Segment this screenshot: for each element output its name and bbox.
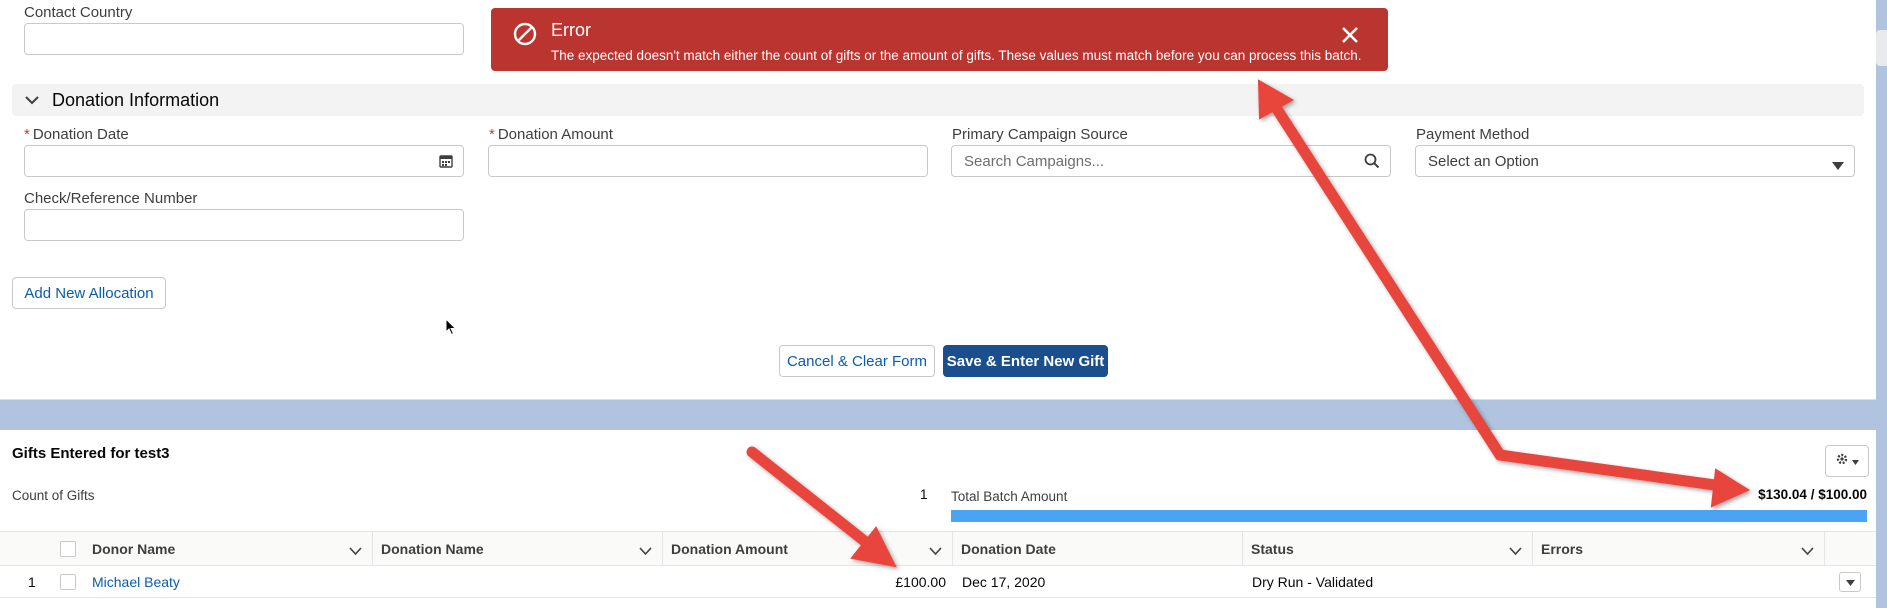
column-donation-name[interactable]: Donation Name [373, 532, 663, 565]
gifts-title: Gifts Entered for test3 [12, 445, 170, 462]
save-enter-new-gift-button[interactable]: Save & Enter New Gift [943, 345, 1108, 377]
contact-country-label: Contact Country [24, 4, 133, 21]
payment-method-label: Payment Method [1416, 126, 1530, 143]
caret-down-icon[interactable] [1832, 157, 1844, 174]
count-of-gifts-label: Count of Gifts [12, 488, 95, 503]
donation-amount-cell: £100.00 [895, 573, 946, 590]
column-donation-date[interactable]: Donation Date [953, 532, 1243, 565]
chevron-down-icon[interactable] [349, 543, 362, 559]
batch-progress-bar [951, 510, 1867, 522]
column-status[interactable]: Status [1243, 532, 1533, 565]
donation-date-label: * Donation Date [24, 126, 129, 143]
select-all-checkbox[interactable] [60, 541, 76, 557]
donor-name-link[interactable]: Michael Beaty [92, 566, 180, 597]
required-mark: * [489, 126, 495, 143]
mouse-cursor-icon [445, 317, 457, 341]
add-new-allocation-button[interactable]: Add New Allocation [12, 277, 166, 309]
status-cell: Dry Run - Validated [1252, 573, 1374, 590]
caret-down-icon [1852, 452, 1859, 470]
donation-date-input[interactable] [24, 145, 464, 177]
donation-information-section[interactable]: Donation Information [12, 84, 1864, 116]
chevron-down-icon[interactable] [1801, 543, 1814, 559]
chevron-down-icon[interactable] [929, 543, 942, 559]
campaign-search-input[interactable]: Search Campaigns... [951, 145, 1391, 177]
settings-menu-button[interactable] [1825, 445, 1869, 477]
column-donor-name[interactable]: Donor Name [84, 532, 373, 565]
gifts-table-header: Donor Name Donation Name Donation Amount… [0, 531, 1876, 566]
payment-method-select[interactable]: Select an Option [1415, 145, 1855, 177]
chevron-down-icon[interactable] [639, 543, 652, 559]
toast-message: The expected doesn't match either the co… [551, 48, 1362, 63]
count-of-gifts-value: 1 [920, 487, 928, 502]
campaign-label: Primary Campaign Source [952, 126, 1128, 143]
batch-progress-fill [951, 510, 1867, 522]
close-icon[interactable] [1341, 26, 1359, 49]
donation-amount-label: * Donation Amount [489, 126, 613, 143]
total-batch-amount-value: $130.04 / $100.00 [1758, 487, 1867, 502]
toast-title: Error [551, 20, 591, 40]
contact-country-input[interactable] [24, 23, 464, 55]
row-select-checkbox[interactable] [60, 574, 76, 590]
row-index: 1 [28, 573, 36, 590]
donation-amount-input[interactable] [488, 145, 928, 177]
total-batch-amount-label: Total Batch Amount [951, 489, 1068, 504]
caret-down-icon [1845, 573, 1855, 591]
column-errors[interactable]: Errors [1533, 532, 1825, 565]
gifts-entered-card: Gifts Entered for test3 Count of Gifts 1… [0, 430, 1876, 608]
donation-date-cell: Dec 17, 2020 [962, 573, 1046, 590]
gear-icon [1835, 452, 1849, 471]
scrollbar[interactable] [1876, 30, 1887, 66]
cancel-clear-form-button[interactable]: Cancel & Clear Form [779, 345, 935, 377]
required-mark: * [24, 126, 30, 143]
chevron-down-icon[interactable] [12, 95, 52, 105]
column-donation-amount[interactable]: Donation Amount [663, 532, 953, 565]
calendar-icon[interactable] [439, 154, 453, 172]
search-icon[interactable] [1364, 153, 1380, 173]
error-toast: Error The expected doesn't match either … [491, 8, 1388, 71]
check-reference-input[interactable] [24, 209, 464, 241]
check-reference-label: Check/Reference Number [24, 190, 198, 207]
error-icon [513, 22, 537, 51]
chevron-down-icon[interactable] [1509, 543, 1522, 559]
row-actions-button[interactable] [1839, 572, 1861, 592]
section-title: Donation Information [52, 89, 220, 110]
table-row: 1 Michael Beaty £100.00 Dec 17, 2020 Dry… [0, 566, 1876, 598]
